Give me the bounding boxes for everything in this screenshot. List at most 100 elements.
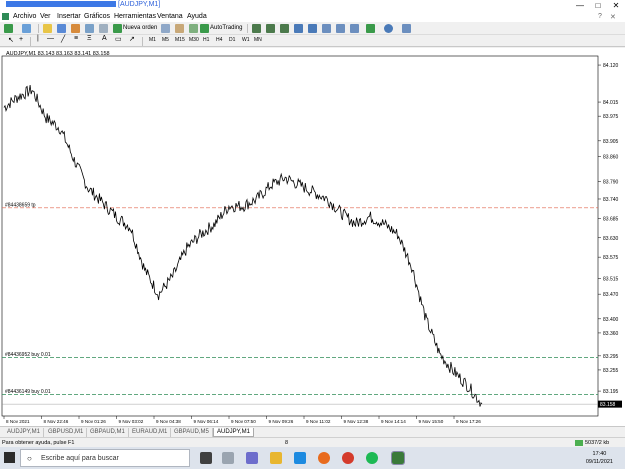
templates-icon[interactable] xyxy=(402,24,411,33)
account-info-redacted xyxy=(6,1,116,8)
windows-start-icon[interactable] xyxy=(4,452,15,463)
menu-graficos[interactable]: Gráficos xyxy=(84,13,110,20)
arrows-icon[interactable]: ↗ xyxy=(129,35,135,43)
profiles-icon[interactable] xyxy=(22,24,31,33)
timeframe-m30[interactable]: M30 xyxy=(189,37,199,43)
tab-audjpy-m1[interactable]: AUDJPY,M1 xyxy=(4,428,44,437)
zoom-in-icon[interactable] xyxy=(294,24,303,33)
terminal-icon[interactable] xyxy=(85,24,94,33)
opera-icon[interactable] xyxy=(342,452,354,464)
label-icon[interactable]: ▭ xyxy=(115,35,122,43)
menu-ver[interactable]: Ver xyxy=(40,13,51,20)
tab-euraud-m1[interactable]: EURAUD,M1 xyxy=(129,428,172,437)
candlesticks-icon[interactable] xyxy=(266,24,275,33)
periods-icon[interactable] xyxy=(384,24,393,33)
bar-chart-icon[interactable] xyxy=(252,24,261,33)
navigator-icon[interactable] xyxy=(71,24,80,33)
toolbar-separator xyxy=(38,24,39,33)
price-tick-label: 83.255 xyxy=(603,368,619,374)
fibonacci-icon[interactable]: Ξ xyxy=(87,35,92,42)
timeframe-m1[interactable]: M1 xyxy=(149,37,156,43)
price-tick-label: 83.905 xyxy=(603,139,619,145)
new-order-icon[interactable] xyxy=(113,24,122,33)
price-chart[interactable]: #84438659 tp #84436952 buy 0.01 #84436149 … xyxy=(0,48,625,426)
file-explorer-icon[interactable] xyxy=(270,452,282,464)
maximize-button[interactable]: □ xyxy=(590,0,606,11)
close-button[interactable]: ✕ xyxy=(608,0,624,11)
order-level-label: #84436149 buy 0.01 xyxy=(5,389,51,395)
autotrading-icon[interactable] xyxy=(200,24,209,33)
status-profile: 8 xyxy=(285,440,289,446)
time-tick-label: 8 Nov 2021 xyxy=(6,419,30,424)
timeframe-mn[interactable]: MN xyxy=(254,37,262,43)
firefox-icon[interactable] xyxy=(318,452,330,464)
timeframe-m5[interactable]: M5 xyxy=(162,37,169,43)
time-tick-label: 8 Nov 22:46 xyxy=(44,419,69,424)
drawing-toolbar: ↖ + | — ╱ ≡ Ξ A ▭ ↗ M1 M5 M15 M30 H1 H4 … xyxy=(0,35,625,47)
tab-gbpusd-m1[interactable]: GBPUSD,M1 xyxy=(45,428,88,437)
autoscroll-icon[interactable] xyxy=(350,24,359,33)
spotify-icon[interactable] xyxy=(366,452,378,464)
info-icon[interactable]: ? xyxy=(598,13,602,20)
timeframe-m15[interactable]: M15 xyxy=(175,37,185,43)
price-tick-label: 83.630 xyxy=(603,236,619,242)
crosshair-icon[interactable]: + xyxy=(19,36,23,43)
chart-header: AUDJPY,M1 83.143 83.163 83.141 83.158 xyxy=(6,51,110,57)
taskbar-clock[interactable]: 17:40 09/11/2021 xyxy=(586,450,613,466)
text-icon[interactable]: A xyxy=(102,35,107,42)
menu-archivo[interactable]: Archivo xyxy=(13,13,36,20)
status-bar: Para obtener ayuda, pulse F1 8 5037/2 kb xyxy=(0,437,625,447)
vertical-line-icon[interactable]: | xyxy=(37,35,39,42)
time-tick-label: 9 Nov 09:26 xyxy=(269,419,294,424)
traffic-counter: 5037/2 kb xyxy=(585,440,610,446)
tab-gbpaud-m5[interactable]: GBPAUD,M5 xyxy=(171,428,213,437)
market-icon[interactable] xyxy=(189,24,198,33)
timeframe-h1[interactable]: H1 xyxy=(203,37,209,43)
metaeditor-icon[interactable] xyxy=(161,24,170,33)
strategy-tester-icon[interactable] xyxy=(99,24,108,33)
taskbar-search-box[interactable]: ○ Escribe aquí para buscar xyxy=(20,449,190,467)
market-watch-icon[interactable] xyxy=(43,24,52,33)
task-view-icon[interactable] xyxy=(200,452,212,464)
clock-time: 17:40 xyxy=(592,451,607,457)
new-order-button[interactable]: Nueva orden xyxy=(123,25,157,31)
price-tick-label: 83.195 xyxy=(603,389,619,395)
price-tick-label: 83.295 xyxy=(603,354,619,360)
time-tick-label: 9 Nov 01:26 xyxy=(81,419,106,424)
tab-gbpaud-m1[interactable]: GBPAUD,M1 xyxy=(87,428,129,437)
toolbar-separator xyxy=(30,37,31,46)
menu-herramientas[interactable]: Herramientas xyxy=(114,13,156,20)
standard-toolbar: Nueva orden AutoTrading xyxy=(0,22,625,35)
signals-icon[interactable] xyxy=(175,24,184,33)
calculator-icon[interactable] xyxy=(222,452,234,464)
autotrading-button[interactable]: AutoTrading xyxy=(210,25,242,31)
app-icon-purple[interactable] xyxy=(246,452,258,464)
timeframe-h4[interactable]: H4 xyxy=(216,37,222,43)
indicators-icon[interactable] xyxy=(366,24,375,33)
time-tick-label: 9 Nov 15:50 xyxy=(419,419,444,424)
line-chart-icon[interactable] xyxy=(280,24,289,33)
minimize-button[interactable]: — xyxy=(572,0,588,11)
horizontal-line-icon[interactable]: — xyxy=(47,35,54,42)
equidistant-channel-icon[interactable]: ≡ xyxy=(74,35,78,42)
timeframe-w1[interactable]: W1 xyxy=(242,37,250,43)
chart-shift-icon[interactable] xyxy=(336,24,345,33)
toolbar-separator xyxy=(142,37,143,46)
new-chart-icon[interactable] xyxy=(4,24,13,33)
close-chart-icon[interactable]: ✕ xyxy=(610,13,616,21)
menu-ayuda[interactable]: Ayuda xyxy=(187,13,207,20)
chart-window[interactable]: #84438659 tp #84436952 buy 0.01 #84436149 … xyxy=(0,48,625,426)
data-window-icon[interactable] xyxy=(57,24,66,33)
metatrader-icon[interactable] xyxy=(391,451,405,465)
price-tick-label: 83.360 xyxy=(603,331,619,337)
tab-audjpy-m1-active[interactable]: AUDJPY,M1 xyxy=(213,428,254,437)
tile-windows-icon[interactable] xyxy=(322,24,331,33)
timeframe-d1[interactable]: D1 xyxy=(229,37,235,43)
edge-icon[interactable] xyxy=(294,452,306,464)
cursor-icon[interactable]: ↖ xyxy=(8,36,14,44)
zoom-out-icon[interactable] xyxy=(308,24,317,33)
menu-ventana[interactable]: Ventana xyxy=(157,13,183,20)
trendline-icon[interactable]: ╱ xyxy=(61,35,65,43)
time-tick-label: 9 Nov 03:02 xyxy=(119,419,144,424)
menu-insertar[interactable]: Insertar xyxy=(57,13,81,20)
